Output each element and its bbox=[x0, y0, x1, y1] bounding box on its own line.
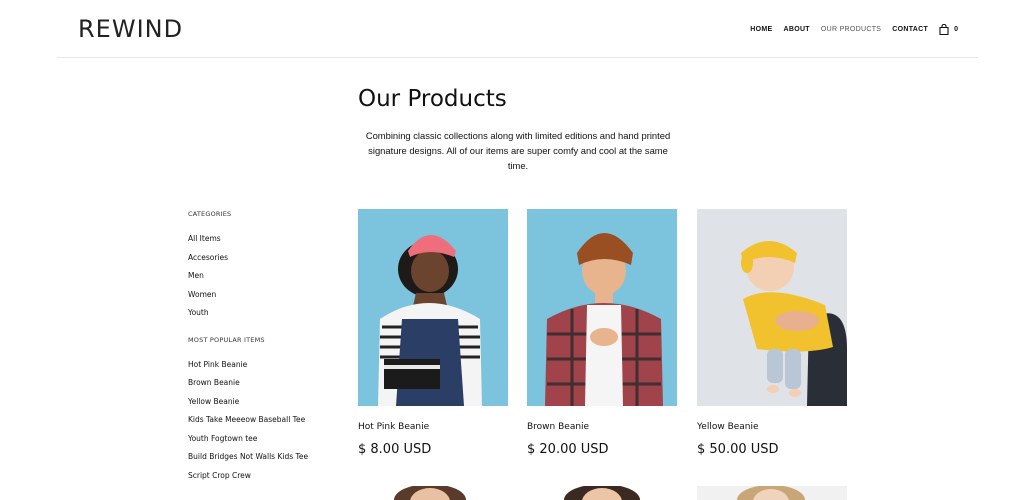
product-image-hot-pink-beanie[interactable] bbox=[358, 209, 508, 406]
nav-about[interactable]: ABOUT bbox=[784, 26, 810, 33]
product-name[interactable]: Hot Pink Beanie bbox=[358, 422, 429, 432]
category-youth[interactable]: Youth bbox=[188, 307, 318, 320]
product-card[interactable]: Brown Beanie $ 20.00 USD bbox=[527, 209, 677, 457]
category-women[interactable]: Women bbox=[188, 289, 318, 302]
product-image-row2-1[interactable] bbox=[358, 486, 508, 500]
product-card[interactable]: Yellow Beanie $ 50.00 USD bbox=[697, 209, 847, 457]
popular-list: Hot Pink Beanie Brown Beanie Yellow Bean… bbox=[188, 359, 318, 483]
product-price: $ 50.00 USD bbox=[697, 442, 779, 457]
categories-list: All Items Accesories Men Women Youth bbox=[188, 233, 318, 320]
site-header: REWIND HOME ABOUT OUR PRODUCTS CONTACT 0 bbox=[57, 0, 978, 58]
cart-count: 0 bbox=[954, 26, 958, 33]
product-image-row2-3[interactable] bbox=[697, 486, 847, 500]
category-all-items[interactable]: All Items bbox=[188, 233, 318, 246]
popular-script-crop-crew[interactable]: Script Crop Crew bbox=[188, 470, 318, 483]
nav-contact[interactable]: CONTACT bbox=[892, 26, 928, 33]
nav-our-products[interactable]: OUR PRODUCTS bbox=[821, 26, 881, 33]
category-accesories[interactable]: Accesories bbox=[188, 252, 318, 265]
categories-heading: CATEGORIES bbox=[188, 210, 232, 218]
popular-yellow-beanie[interactable]: Yellow Beanie bbox=[188, 396, 318, 409]
category-men[interactable]: Men bbox=[188, 270, 318, 283]
popular-brown-beanie[interactable]: Brown Beanie bbox=[188, 377, 318, 390]
page-intro: Combining classic collections along with… bbox=[365, 130, 671, 171]
product-name[interactable]: Brown Beanie bbox=[527, 422, 589, 432]
product-image-brown-beanie[interactable] bbox=[527, 209, 677, 406]
popular-hot-pink-beanie[interactable]: Hot Pink Beanie bbox=[188, 359, 318, 372]
page-title: Our Products bbox=[358, 86, 507, 112]
sidebar: CATEGORIES All Items Accesories Men Wome… bbox=[188, 210, 318, 488]
nav-home[interactable]: HOME bbox=[750, 26, 772, 33]
product-card[interactable]: Hot Pink Beanie $ 8.00 USD bbox=[358, 209, 508, 457]
product-image-yellow-beanie[interactable] bbox=[697, 209, 847, 406]
product-price: $ 20.00 USD bbox=[527, 442, 609, 457]
popular-youth-fogtown-tee[interactable]: Youth Fogtown tee bbox=[188, 433, 318, 446]
popular-build-bridges-tee[interactable]: Build Bridges Not Walls Kids Tee bbox=[188, 451, 318, 464]
site-logo[interactable]: REWIND bbox=[78, 15, 183, 43]
popular-kids-take-meeeow-tee[interactable]: Kids Take Meeeow Baseball Tee bbox=[188, 414, 318, 427]
product-name[interactable]: Yellow Beanie bbox=[697, 422, 759, 432]
product-image-row2-2[interactable] bbox=[527, 486, 677, 500]
popular-heading: MOST POPULAR ITEMS bbox=[188, 335, 265, 344]
cart-button[interactable]: 0 bbox=[939, 24, 958, 35]
product-price: $ 8.00 USD bbox=[358, 442, 432, 457]
shopping-bag-icon bbox=[939, 24, 949, 35]
main-nav: HOME ABOUT OUR PRODUCTS CONTACT 0 bbox=[750, 24, 958, 35]
